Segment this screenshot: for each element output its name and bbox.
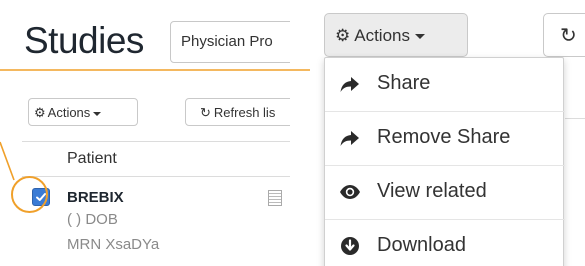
download-circle-icon (341, 237, 359, 255)
studies-panel: Studies Physician Pro ⚙ Actions ↻ Refresh … (0, 0, 290, 266)
gear-icon: ⚙ (34, 105, 46, 120)
background-table-edge (565, 118, 585, 266)
table-header: Patient (22, 141, 290, 177)
actions-toggle-label: Actions (354, 26, 410, 45)
actions-dropdown-toggle[interactable]: ⚙ Actions (324, 13, 468, 57)
refresh-icon: ↻ (560, 25, 577, 47)
menu-item-view-related[interactable]: View related (325, 166, 565, 219)
refresh-list-button[interactable]: ↻ Refresh lis (185, 98, 290, 126)
menu-item-label: View related (377, 180, 487, 202)
actions-button[interactable]: ⚙ Actions (28, 98, 138, 126)
highlight-circle (11, 176, 48, 213)
column-header-patient[interactable]: Patient (67, 150, 117, 168)
menu-item-share[interactable]: Share (325, 58, 565, 111)
refresh-button[interactable]: ↻ (543, 13, 585, 57)
table-row[interactable]: BREBIX ( ) DOB MRN XsaDYa (22, 178, 290, 266)
actions-menu: Share Remove Share View related Download (324, 57, 565, 266)
menu-item-download[interactable]: Download (325, 220, 565, 266)
actions-dropdown-panel: ⚙ Actions ↻ Share Remove Share View relat (310, 0, 585, 266)
page-title: Studies (24, 20, 144, 61)
caret-down-icon (415, 34, 425, 40)
menu-item-label: Remove Share (377, 126, 511, 148)
actions-label: Actions (47, 105, 91, 120)
caret-down-icon (93, 111, 102, 116)
document-icon[interactable] (268, 190, 282, 206)
gear-icon: ⚙ (335, 26, 351, 45)
refresh-label: Refresh lis (213, 105, 276, 120)
eye-icon (340, 185, 360, 199)
menu-item-label: Download (377, 234, 466, 256)
share-arrow-icon (340, 131, 359, 146)
patient-dob: ( ) DOB (67, 211, 118, 228)
menu-item-label: Share (377, 72, 431, 94)
physician-filter-select[interactable]: Physician Pro (170, 21, 290, 63)
patient-name: BREBIX (67, 189, 124, 206)
share-arrow-icon (340, 77, 359, 92)
menu-item-remove-share[interactable]: Remove Share (325, 112, 565, 165)
patient-mrn: MRN XsaDYa (67, 236, 160, 253)
refresh-icon: ↻ (200, 105, 211, 120)
